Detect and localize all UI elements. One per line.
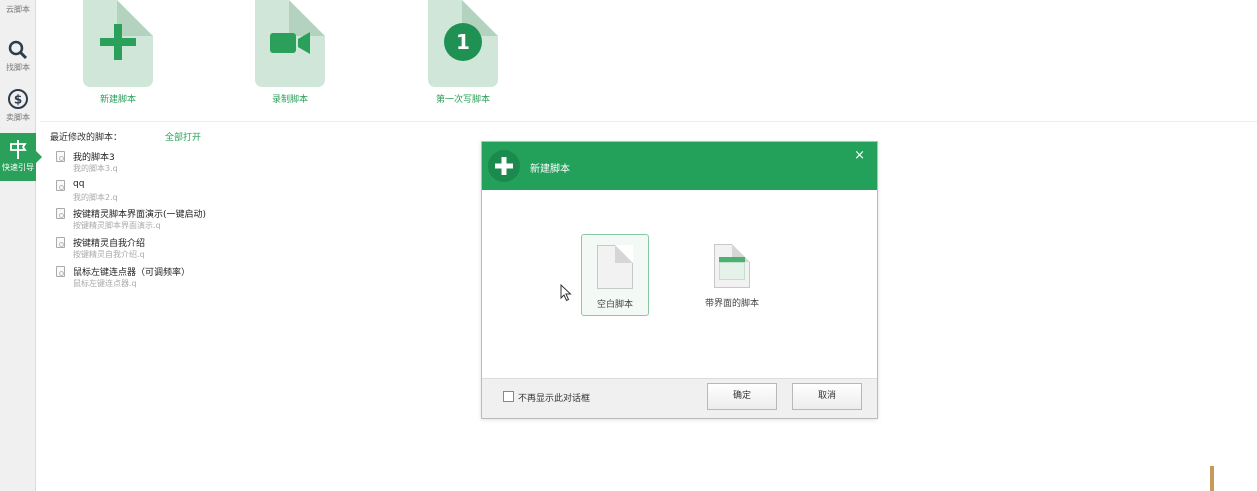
mouse-cursor-icon: [560, 284, 572, 302]
option-label: 空白脚本: [596, 300, 633, 310]
search-icon: [8, 40, 28, 60]
left-sidebar: 云脚本 找脚本 $ 卖脚本 快速引导: [0, 0, 42, 491]
dollar-coin-icon: $: [8, 89, 28, 109]
blank-doc-icon: [597, 245, 633, 289]
number-one-text: 1: [456, 30, 470, 54]
recent-item-title: qq: [73, 179, 85, 189]
section-divider: [40, 121, 1257, 122]
svg-text:$: $: [14, 93, 22, 107]
cloud-icon: [7, 0, 29, 2]
recent-item-filename: 按键精灵自我介绍.q: [73, 250, 145, 259]
option-blank-script[interactable]: 空白脚本: [581, 234, 649, 316]
sidebar-item-sell-scripts[interactable]: $ 卖脚本: [0, 88, 36, 134]
tile-doc-shape: [255, 0, 325, 87]
recent-item-filename: 鼠标左键连点器.q: [73, 279, 137, 288]
script-file-icon: [56, 180, 65, 191]
dialog-title: 新建脚本: [530, 164, 570, 175]
sidebar-item-label: 快速引导: [2, 163, 34, 172]
new-script-dialog: 新建脚本 × 空白脚本 带界面的脚本 不再显示此对话框 确定 取消: [481, 141, 878, 419]
recent-item-filename: 按键精灵脚本界面演示.q: [73, 221, 161, 230]
sidebar-item-label: 找脚本: [6, 63, 30, 72]
dont-show-again-label[interactable]: 不再显示此对话框: [518, 391, 590, 404]
sidebar-item-label: 卖脚本: [6, 113, 30, 122]
tile-label: 新建脚本: [99, 95, 136, 105]
plus-icon: [100, 24, 136, 60]
dialog-plus-icon: [488, 150, 520, 182]
sidebar-item-quick-guide[interactable]: 快速引导: [0, 133, 42, 181]
plus-icon: [495, 157, 513, 175]
recent-item-title: 按键精灵自我介绍: [73, 239, 146, 249]
tile-doc-shape: [83, 0, 153, 87]
sidebar-item-label: 云脚本: [6, 5, 30, 14]
sidebar-item-find-scripts[interactable]: 找脚本: [0, 40, 36, 86]
signpost-icon: [10, 140, 27, 159]
dialog-footer: 不再显示此对话框 确定 取消: [482, 378, 877, 418]
ui-doc-body: [719, 262, 745, 280]
cancel-button[interactable]: 取消: [792, 383, 862, 410]
script-file-icon: [56, 266, 65, 277]
tile-label: 录制脚本: [271, 95, 308, 105]
script-file-icon: [56, 237, 65, 248]
recent-item-title: 鼠标左键连点器（可调频率）: [73, 268, 191, 278]
recent-scripts-header: 最近修改的脚本：: [50, 133, 123, 143]
script-file-icon: [56, 151, 65, 162]
tile-first-script[interactable]: 1 第一次写脚本: [413, 0, 513, 105]
dont-show-again-checkbox[interactable]: [503, 391, 514, 402]
number-one-icon: 1: [444, 23, 482, 61]
video-camera-icon: [270, 32, 310, 54]
option-label: 带界面的脚本: [704, 299, 759, 309]
open-all-link[interactable]: 全部打开: [165, 130, 201, 143]
recent-item-title: 按键精灵脚本界面演示(一键启动): [73, 210, 207, 220]
script-file-icon: [56, 208, 65, 219]
close-icon[interactable]: ×: [854, 148, 865, 163]
sidebar-item-cloud-scripts[interactable]: 云脚本: [0, 0, 36, 30]
tile-new-script[interactable]: 新建脚本: [68, 0, 168, 105]
ok-button[interactable]: 确定: [707, 383, 777, 410]
option-ui-script[interactable]: 带界面的脚本: [698, 234, 766, 316]
dialog-header: 新建脚本 ×: [482, 142, 877, 190]
edge-marker: [1210, 466, 1214, 491]
tile-doc-shape: 1: [428, 0, 498, 87]
recent-item-title: 我的脚本3: [73, 153, 115, 163]
recent-item-filename: 我的脚本3.q: [73, 164, 118, 173]
tile-label: 第一次写脚本: [435, 95, 490, 105]
tile-record-script[interactable]: 录制脚本: [240, 0, 340, 105]
recent-item-filename: 我的脚本2.q: [73, 193, 118, 202]
ui-doc-icon: [714, 244, 750, 288]
